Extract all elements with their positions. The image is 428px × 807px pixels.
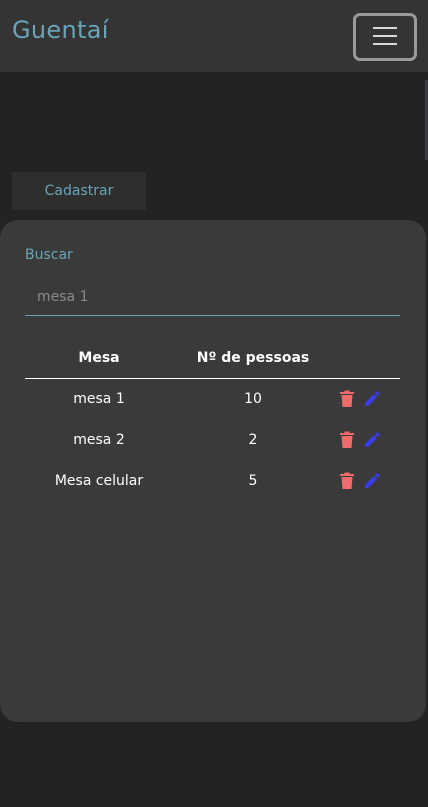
brand-title[interactable]: Guentaí (12, 16, 109, 44)
column-header-mesa: Mesa (25, 338, 173, 379)
column-header-actions (333, 338, 400, 379)
table-row: Mesa celular 5 (25, 460, 400, 501)
pencil-icon[interactable] (363, 390, 381, 408)
cell-mesa: mesa 1 (73, 390, 125, 407)
hamburger-icon (373, 43, 397, 45)
hamburger-icon (373, 35, 397, 37)
column-header-pessoas: Nº de pessoas (173, 338, 333, 379)
search-input[interactable] (25, 278, 400, 316)
trash-icon[interactable] (339, 472, 355, 490)
hamburger-icon (373, 27, 397, 29)
cell-actions (333, 378, 400, 419)
navbar: Guentaí (0, 0, 428, 72)
mesas-table: Mesa Nº de pessoas mesa 1 10 mesa 2 2 Me… (25, 338, 400, 501)
pencil-icon[interactable] (363, 472, 381, 490)
trash-icon[interactable] (339, 431, 355, 449)
cell-actions (333, 419, 400, 460)
table-row: mesa 1 10 (25, 378, 400, 419)
cell-mesa: mesa 2 (73, 431, 125, 448)
cell-pessoas: 10 (244, 390, 262, 407)
cadastrar-button[interactable]: Cadastrar (12, 172, 146, 210)
mesas-card: Buscar Mesa Nº de pessoas mesa 1 10 (0, 220, 426, 722)
pencil-icon[interactable] (363, 431, 381, 449)
cell-mesa: Mesa celular (54, 472, 144, 489)
search-label: Buscar (25, 247, 73, 263)
table-row: mesa 2 2 (25, 419, 400, 460)
cell-actions (333, 460, 400, 501)
cell-pessoas: 2 (248, 431, 258, 448)
cell-pessoas: 5 (248, 472, 258, 489)
menu-toggle-button[interactable] (353, 13, 417, 61)
trash-icon[interactable] (339, 390, 355, 408)
table-header-row: Mesa Nº de pessoas (25, 338, 400, 379)
